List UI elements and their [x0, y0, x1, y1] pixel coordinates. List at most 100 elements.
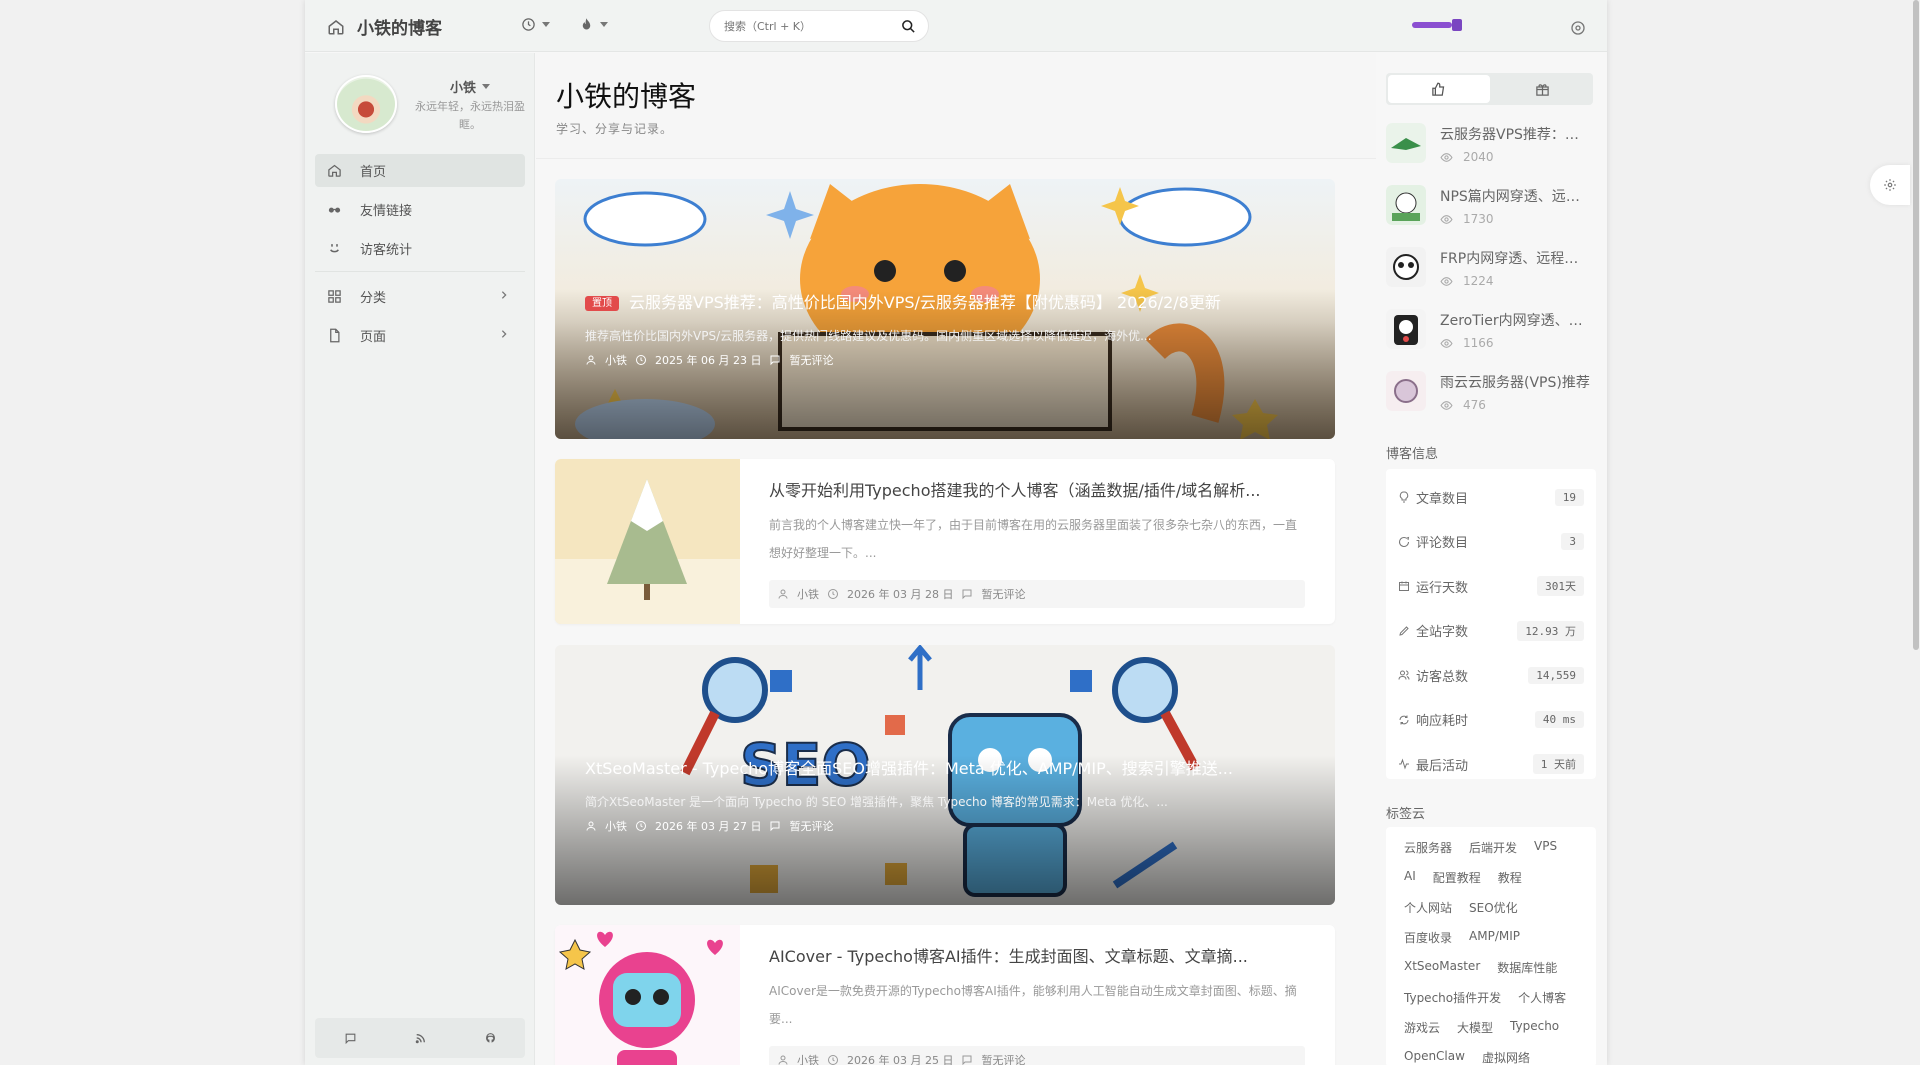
- hot-dropdown[interactable]: [579, 17, 608, 32]
- tag[interactable]: 个人博客: [1510, 987, 1575, 1007]
- smile-icon: [330, 244, 339, 253]
- hot-title[interactable]: NPS篇内网穿透、远程桌面: [1440, 186, 1592, 206]
- search-icon[interactable]: [901, 19, 916, 34]
- hot-title[interactable]: 云服务器VPS推荐：高性价比国内外VPS: [1440, 124, 1592, 144]
- tag[interactable]: AI: [1396, 867, 1425, 887]
- hot-item[interactable]: 云服务器VPS推荐：高性价比国内外VPS 2040: [1386, 123, 1596, 185]
- post-excerpt: AICover是一款免费开源的Typecho博客AI插件，能够利用人工智能自动生…: [769, 984, 1297, 1026]
- hot-title[interactable]: 雨云云服务器(VPS)推荐: [1440, 372, 1592, 392]
- message-icon[interactable]: [344, 1032, 357, 1045]
- post-title[interactable]: XtSeoMaster - Typecho博客全面SEO增强插件：Meta 优化…: [585, 755, 1305, 779]
- tag[interactable]: VPS: [1526, 837, 1566, 857]
- comment-icon: [962, 589, 972, 600]
- hot-thumbnail: [1386, 123, 1426, 163]
- tab-popular[interactable]: [1388, 75, 1490, 103]
- post-thumbnail[interactable]: [555, 925, 740, 1065]
- post-comments[interactable]: 暂无评论: [789, 352, 833, 368]
- post-author[interactable]: 小铁: [605, 352, 627, 368]
- tag[interactable]: 虚拟网络: [1474, 1047, 1539, 1065]
- avatar[interactable]: [335, 75, 397, 133]
- post-comments[interactable]: 暂无评论: [789, 818, 833, 834]
- hot-title[interactable]: FRP内网穿透、远程桌面: [1440, 248, 1592, 268]
- hot-item[interactable]: FRP内网穿透、远程桌面 1224: [1386, 247, 1596, 309]
- hot-title[interactable]: ZeroTier内网穿透、远程桌面: [1440, 310, 1592, 330]
- post-title[interactable]: 从零开始利用Typecho搭建我的个人博客（涵盖数据/插件/域名解析...: [769, 477, 1305, 501]
- post-title[interactable]: 置顶 云服务器VPS推荐：高性价比国内外VPS/云服务器推荐【附优惠码】 2026…: [585, 289, 1305, 313]
- post-date: 2026 年 03 月 28 日: [847, 588, 954, 601]
- stat-row: 最后活动 1 天前: [1386, 742, 1596, 787]
- tag[interactable]: XtSeoMaster: [1396, 957, 1489, 977]
- hot-item[interactable]: 雨云云服务器(VPS)推荐 476: [1386, 371, 1596, 433]
- tag[interactable]: 配置教程: [1425, 867, 1490, 887]
- comment-icon: [1399, 536, 1410, 547]
- post-card[interactable]: 从零开始利用Typecho搭建我的个人博客（涵盖数据/插件/域名解析... 前言…: [555, 459, 1335, 624]
- profile-name[interactable]: 小铁: [415, 77, 525, 96]
- post-thumbnail[interactable]: [555, 459, 740, 624]
- post-author[interactable]: 小铁: [797, 1052, 819, 1065]
- post-comments[interactable]: 暂无评论: [981, 1052, 1025, 1065]
- clock-icon: [636, 821, 646, 831]
- tag[interactable]: 云服务器: [1396, 837, 1461, 857]
- tag[interactable]: 教程: [1490, 867, 1531, 887]
- tag[interactable]: AMP/MIP: [1461, 927, 1529, 947]
- sidebar-item-pages[interactable]: 页面: [315, 319, 525, 352]
- sidebar-item-visitors[interactable]: 访客统计: [315, 232, 525, 265]
- view-count: 2040: [1463, 150, 1494, 164]
- reading-progress: [1412, 22, 1452, 28]
- post-card[interactable]: 置顶 云服务器VPS推荐：高性价比国内外VPS/云服务器推荐【附优惠码】 2026…: [555, 179, 1335, 439]
- search-input[interactable]: [724, 19, 901, 33]
- eye-icon: [1440, 214, 1453, 224]
- tag[interactable]: SEO优化: [1461, 897, 1527, 917]
- user-icon: [586, 355, 596, 365]
- settings-icon[interactable]: [1570, 20, 1586, 36]
- rss-icon[interactable]: [414, 1032, 427, 1045]
- site-title[interactable]: 小铁的博客: [357, 14, 442, 39]
- post-card[interactable]: SEO XtSeoMaster - Typecho博客全面SEO增强插件：Met…: [555, 645, 1335, 905]
- github-icon[interactable]: [484, 1032, 497, 1045]
- tag[interactable]: 后端开发: [1461, 837, 1526, 857]
- floating-settings-button[interactable]: [1870, 165, 1910, 205]
- brand[interactable]: 小铁的博客: [327, 14, 442, 39]
- tag[interactable]: 百度收录: [1396, 927, 1461, 947]
- hot-views: 1166: [1440, 336, 1592, 350]
- sidebar-item-links[interactable]: 友情链接: [315, 193, 525, 226]
- scrollbar-thumb[interactable]: [1913, 0, 1919, 650]
- hot-views: 1224: [1440, 274, 1592, 288]
- comment-icon: [770, 355, 780, 366]
- tag[interactable]: OpenClaw: [1396, 1047, 1474, 1065]
- chevron-right-icon: [501, 291, 507, 299]
- tag[interactable]: 大模型: [1449, 1017, 1502, 1037]
- nav-divider: [315, 271, 525, 272]
- history-dropdown[interactable]: [521, 17, 550, 32]
- search-box[interactable]: [709, 10, 929, 42]
- post-meta: 小铁 2026 年 03 月 28 日 暂无评论: [769, 580, 1305, 608]
- hot-item[interactable]: NPS篇内网穿透、远程桌面 1730: [1386, 185, 1596, 247]
- tag[interactable]: 游戏云: [1396, 1017, 1449, 1037]
- tag[interactable]: Typecho插件开发: [1396, 987, 1510, 1007]
- post-meta: 小铁 2025 年 06 月 23 日 暂无评论: [585, 352, 833, 368]
- post-comments[interactable]: 暂无评论: [981, 586, 1025, 602]
- tag[interactable]: Typecho: [1502, 1017, 1568, 1037]
- post-excerpt: 推荐高性价比国内外VPS/云服务器，提供热门线路建议及优惠码。国内侧重区域选择以…: [585, 329, 1152, 343]
- tag[interactable]: 个人网站: [1396, 897, 1461, 917]
- stat-label: 运行天数: [1416, 580, 1469, 596]
- post-date: 2025 年 06 月 23 日: [655, 354, 762, 367]
- hot-item[interactable]: ZeroTier内网穿透、远程桌面 1166: [1386, 309, 1596, 371]
- sidebar-item-home[interactable]: 首页: [315, 154, 525, 187]
- fire-icon: [582, 18, 591, 30]
- sidebar-item-label: 页面: [360, 330, 387, 345]
- file-icon: [330, 328, 340, 343]
- sidebar-item-label: 分类: [360, 291, 387, 306]
- main-content: 小铁的博客 学习、分享与记录。 置顶 云服务器VPS推荐：高性价比国内外VPS/…: [536, 53, 1376, 1065]
- post-author[interactable]: 小铁: [605, 818, 627, 834]
- hot-tabs: [1386, 73, 1593, 105]
- sidebar-item-categories[interactable]: 分类: [315, 280, 525, 313]
- post-author[interactable]: 小铁: [797, 586, 819, 602]
- tab-gift[interactable]: [1492, 73, 1594, 105]
- profile-motto: 永远年轻，永远热泪盈眶。: [415, 100, 525, 131]
- post-title[interactable]: AICover - Typecho博客AI插件：生成封面图、文章标题、文章摘..…: [769, 943, 1305, 967]
- eye-icon: [1440, 152, 1453, 162]
- chevron-down-icon: [482, 84, 490, 89]
- post-card[interactable]: AICover - Typecho博客AI插件：生成封面图、文章标题、文章摘..…: [555, 925, 1335, 1065]
- tag[interactable]: 数据库性能: [1489, 957, 1566, 977]
